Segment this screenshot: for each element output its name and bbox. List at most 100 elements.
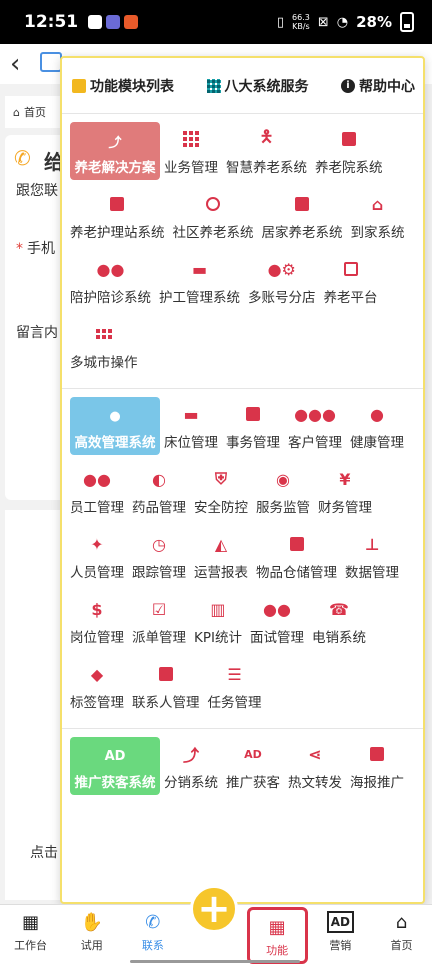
home-icon: ⌂: [13, 105, 20, 119]
users-icon: ●●●: [294, 404, 336, 424]
highlight-label: 推广获客系统: [74, 775, 156, 791]
breadcrumb[interactable]: ⌂ 首页: [5, 96, 65, 128]
menu-item-multi-city[interactable]: 多城市操作: [70, 315, 138, 380]
menu-item-affairs[interactable]: 事务管理: [226, 395, 280, 460]
ad-icon: AD: [104, 748, 126, 764]
menu-item-caregiver[interactable]: ▬ 护工管理系统: [159, 250, 240, 315]
tab-label: 帮助中心: [359, 78, 415, 95]
battery-percent: 28%: [356, 13, 392, 31]
shield-icon: ⛨: [214, 469, 227, 488]
message-field-label: 留言内: [16, 325, 58, 341]
panel-tabs: 功能模块列表 八大系统服务 i 帮助中心: [62, 58, 423, 114]
menu-item-poster[interactable]: 海报推广: [350, 735, 404, 800]
network-speed: 66.3 KB/s: [292, 13, 310, 31]
menu-item-tags[interactable]: ◆ 标签管理: [70, 655, 124, 720]
menu-item-interview[interactable]: ●● 面试管理: [250, 590, 304, 655]
menu-item-kpi[interactable]: ▥ KPI统计: [194, 590, 242, 655]
menu-item-warehouse[interactable]: 物品仓储管理: [256, 525, 337, 590]
menu-item-health[interactable]: ● 健康管理: [350, 395, 404, 460]
home-icon[interactable]: [40, 52, 62, 72]
grid-icon: ▦: [268, 916, 286, 938]
user-md-icon: ●: [370, 404, 384, 424]
menu-item-dispatch[interactable]: ☑ 派单管理: [132, 590, 186, 655]
click-hint: 点击: [30, 845, 58, 861]
battery-icon: [400, 12, 414, 32]
users-gear-icon: ●⚙: [267, 259, 296, 279]
menu-item-to-home[interactable]: ⌂ 到家系统: [351, 185, 405, 250]
menu-item-security[interactable]: ⛨ 安全防控: [194, 460, 248, 525]
menu-item-business[interactable]: 业务管理: [164, 120, 218, 185]
dots-grid-icon: [91, 323, 117, 345]
nav-contact[interactable]: ✆ 联系: [122, 905, 183, 964]
hand-dollar-icon: $: [91, 599, 103, 619]
nav-add[interactable]: +: [183, 885, 244, 964]
users-icon: ●●: [83, 469, 111, 489]
menu-item-care-station[interactable]: 养老护理站系统: [70, 185, 165, 250]
status-bar: 12:51 ▯ 66.3 KB/s ⊠ ◔ 28%: [0, 0, 432, 44]
ad-icon: AD: [326, 911, 354, 933]
walking-icon: ✦: [90, 534, 104, 554]
gesture-bar: [130, 960, 300, 963]
section-management-systems: ● 高效管理系统 ▬ 床位管理 事务管理 ●●● 客户管理 ● 健康管理 ●● 员工管理…: [62, 389, 423, 729]
section-elderly-solutions: ⤴ 养老解决方案 业务管理 🯅 智慧养老系统 养老院系统 养老护理站系统 社区养老…: [62, 114, 423, 389]
phone-icon: ✆: [145, 911, 161, 933]
bar-chart-icon: ▥: [210, 599, 226, 619]
back-arrow-icon[interactable]: ‹: [10, 49, 20, 79]
nav-marketing[interactable]: AD 营销: [310, 905, 371, 964]
handshake-icon: ✋: [80, 911, 103, 933]
menu-item-contacts[interactable]: 联系人管理: [132, 655, 200, 720]
wifi-icon: ◔: [336, 14, 349, 30]
management-systems-button[interactable]: ● 高效管理系统: [70, 397, 160, 455]
tab-help-center[interactable]: i 帮助中心: [341, 76, 415, 96]
menu-item-nursing-home[interactable]: 养老院系统: [315, 120, 383, 185]
menu-item-smart-elderly[interactable]: 🯅 智慧养老系统: [226, 120, 307, 185]
menu-item-customer[interactable]: ●●● 客户管理: [288, 395, 342, 460]
walking-cane-icon: 🯅: [259, 126, 274, 146]
tab-module-list[interactable]: 功能模块列表: [72, 76, 174, 96]
menu-item-home-care[interactable]: 居家养老系统: [262, 185, 343, 250]
nav-trial[interactable]: ✋ 试用: [61, 905, 122, 964]
menu-item-telesales[interactable]: ☎ 电销系统: [312, 590, 366, 655]
menu-item-bed[interactable]: ▬ 床位管理: [164, 395, 218, 460]
menu-item-position[interactable]: $ 岗位管理: [70, 590, 124, 655]
promotion-systems-button[interactable]: AD 推广获客系统: [70, 737, 160, 795]
solar-panel-icon: ▦: [22, 911, 40, 933]
menu-item-reports[interactable]: ◭ 运营报表: [194, 525, 248, 590]
nav-functions[interactable]: ▦ 功能: [246, 907, 308, 964]
contact-subtitle: 跟您联: [16, 183, 58, 199]
tab-label: 八大系统服务: [224, 78, 309, 95]
menu-item-tracking[interactable]: ◷ 跟踪管理: [132, 525, 186, 590]
highlight-label: 高效管理系统: [74, 435, 156, 451]
menu-item-staff[interactable]: ●● 员工管理: [70, 460, 124, 525]
menu-item-finance[interactable]: ¥ 财务管理: [318, 460, 372, 525]
menu-item-supervision[interactable]: ◉ 服务监管: [256, 460, 310, 525]
menu-item-multi-account[interactable]: ●⚙ 多账号分店: [248, 250, 316, 315]
menu-item-data[interactable]: ⊥ 数据管理: [345, 525, 399, 590]
home-icon: ⌂: [371, 194, 384, 214]
chart-icon: ⤴: [108, 135, 122, 151]
menu-item-tasks[interactable]: ☰ 任务管理: [208, 655, 262, 720]
breadcrumb-home: 首页: [23, 106, 46, 119]
app-notification-icon: [88, 15, 103, 29]
menu-item-distribution[interactable]: ⤴ 分销系统: [164, 735, 218, 800]
elderly-solutions-button[interactable]: ⤴ 养老解决方案: [70, 122, 160, 180]
menu-item-medicine[interactable]: ◐ 药品管理: [132, 460, 186, 525]
clock-icon: ◷: [152, 534, 166, 554]
menu-item-acquisition[interactable]: AD 推广获客: [226, 735, 280, 800]
status-right: ▯ 66.3 KB/s ⊠ ◔ 28%: [277, 12, 414, 32]
hospital-icon: [104, 193, 130, 215]
store-icon: [284, 533, 310, 555]
pills-icon: ◐: [152, 469, 166, 489]
phone-square-icon: [153, 663, 179, 685]
nav-workbench[interactable]: ▦ 工作台: [0, 905, 61, 964]
menu-item-hot-articles[interactable]: ⋖ 热文转发: [288, 735, 342, 800]
nav-home[interactable]: ⌂ 首页: [371, 905, 432, 964]
laptop-code-icon: [338, 258, 364, 280]
menu-item-community[interactable]: 社区养老系统: [173, 185, 254, 250]
plus-icon[interactable]: +: [189, 885, 238, 933]
tab-system-services[interactable]: 八大系统服务: [206, 76, 309, 96]
menu-item-elderly-platform[interactable]: 养老平台: [324, 250, 378, 315]
users-icon: ●●: [263, 599, 291, 619]
menu-item-personnel[interactable]: ✦ 人员管理: [70, 525, 124, 590]
menu-item-escort[interactable]: ●● 陪护陪诊系统: [70, 250, 151, 315]
